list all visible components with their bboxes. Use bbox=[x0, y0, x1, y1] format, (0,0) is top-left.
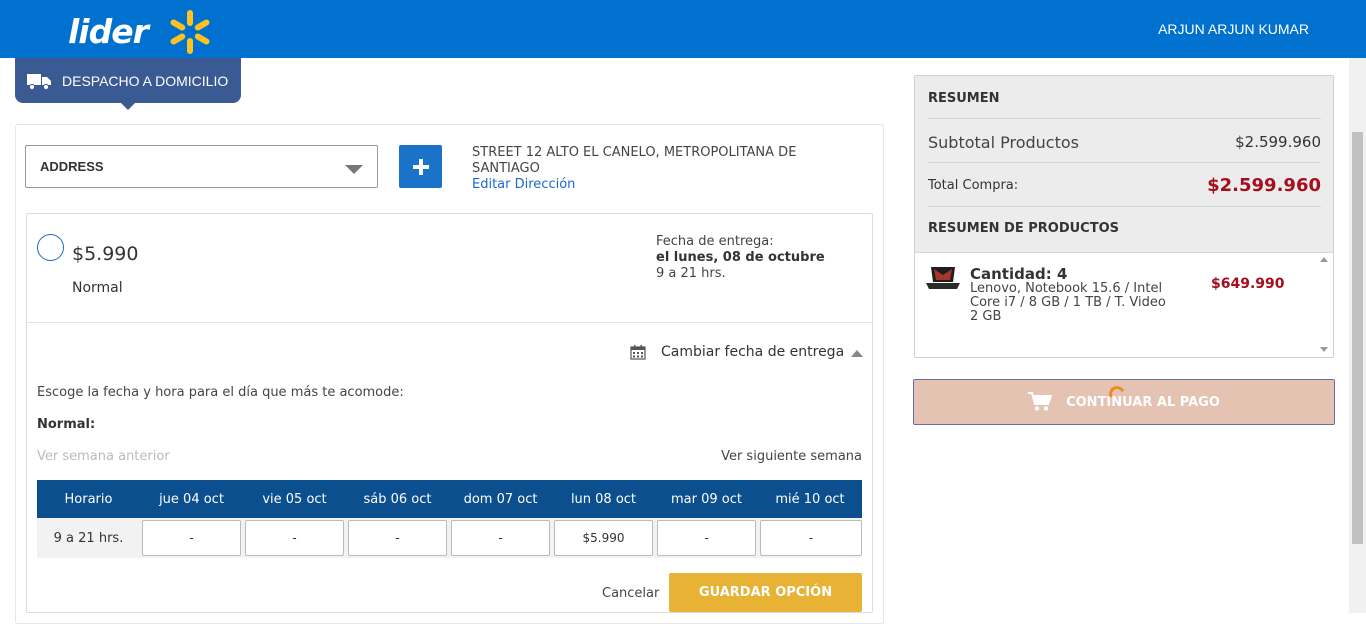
delivery-hours: 9 a 21 hrs. bbox=[656, 266, 726, 281]
schedule-slot[interactable]: - bbox=[142, 520, 241, 556]
laptop-thumbnail[interactable] bbox=[925, 265, 961, 291]
logo-text: lider bbox=[68, 11, 149, 51]
lider-logo[interactable]: lider bbox=[68, 8, 210, 54]
total-value: $2.599.960 bbox=[1207, 175, 1321, 196]
schedule-slot[interactable]: - bbox=[245, 520, 344, 556]
schedule-slot[interactable]: - bbox=[348, 520, 447, 556]
product-description: Lenovo, Notebook 15.6 / Intel Core i7 / … bbox=[970, 281, 1166, 324]
change-date-label: Cambiar fecha de entrega bbox=[661, 344, 845, 360]
top-header: lider ARJUN ARJUN KUMAR bbox=[0, 0, 1366, 58]
calendar-icon bbox=[630, 345, 646, 360]
header-day: jue 04 oct bbox=[159, 491, 224, 507]
scroll-up-icon[interactable] bbox=[1320, 257, 1328, 262]
header-day: mar 09 oct bbox=[671, 491, 742, 507]
divider bbox=[928, 118, 1321, 119]
spark-icon bbox=[170, 10, 210, 54]
save-option-button[interactable]: GUARDAR OPCIÓN bbox=[669, 573, 862, 612]
products-scrollbar[interactable] bbox=[1316, 253, 1332, 356]
products-summary-title: RESUMEN DE PRODUCTOS bbox=[928, 221, 1119, 236]
header-day: mié 10 oct bbox=[775, 491, 845, 507]
shipping-type-label: Normal: bbox=[37, 417, 96, 432]
divider bbox=[928, 206, 1321, 207]
header-day: sáb 06 oct bbox=[363, 491, 432, 507]
schedule-row-label: 9 a 21 hrs. bbox=[53, 530, 124, 546]
cancel-button[interactable]: Cancelar bbox=[602, 586, 659, 601]
chevron-up-icon[interactable] bbox=[851, 350, 863, 357]
total-label: Total Compra: bbox=[928, 178, 1019, 193]
summary-title: RESUMEN bbox=[928, 91, 1000, 106]
header-day: dom 07 oct bbox=[463, 491, 538, 507]
prev-week-link: Ver semana anterior bbox=[37, 449, 170, 464]
header-horario: Horario bbox=[64, 491, 113, 507]
divider bbox=[27, 322, 872, 323]
next-week-link[interactable]: Ver siguiente semana bbox=[721, 449, 862, 464]
scroll-down-icon[interactable] bbox=[1320, 347, 1328, 352]
address-text: STREET 12 ALTO EL CANELO, METROPOLITANA … bbox=[472, 145, 797, 176]
tab-pointer bbox=[120, 102, 136, 110]
delivery-tab-label: DESPACHO A DOMICILIO bbox=[62, 72, 229, 89]
schedule-row: 9 a 21 hrs. - - - - $5.990 - - bbox=[37, 518, 862, 558]
divider bbox=[928, 162, 1321, 163]
delivery-tab[interactable]: DESPACHO A DOMICILIO bbox=[15, 58, 241, 103]
shipping-option-name: Normal bbox=[72, 280, 123, 296]
header-day: lun 08 oct bbox=[570, 491, 637, 507]
change-date-toggle[interactable]: Cambiar fecha de entrega bbox=[630, 344, 844, 360]
truck-icon bbox=[27, 73, 51, 90]
schedule-slot[interactable]: - bbox=[451, 520, 550, 556]
subtotal-value: $2.599.960 bbox=[1235, 133, 1321, 151]
plus-icon bbox=[412, 158, 429, 175]
scrollbar-thumb[interactable] bbox=[1352, 132, 1363, 544]
shipping-option-radio[interactable] bbox=[37, 234, 64, 261]
shipping-price: $5.990 bbox=[72, 243, 139, 265]
continue-label: CONTINUAR AL PAGO bbox=[1066, 394, 1220, 410]
header-day: vie 05 oct bbox=[262, 491, 327, 507]
address-select[interactable]: ADDRESS bbox=[25, 145, 378, 188]
add-address-button[interactable] bbox=[399, 145, 442, 188]
user-name[interactable]: ARJUN ARJUN KUMAR bbox=[1158, 21, 1309, 37]
edit-address-link[interactable]: Editar Dirección bbox=[472, 177, 575, 192]
chevron-down-icon bbox=[345, 165, 363, 174]
schedule-table: Horario jue 04 oct vie 05 oct sáb 06 oct… bbox=[37, 480, 862, 558]
delivery-date-value: el lunes, 08 de octubre bbox=[656, 250, 825, 265]
schedule-slot[interactable]: - bbox=[760, 520, 862, 556]
schedule-header: Horario jue 04 oct vie 05 oct sáb 06 oct… bbox=[37, 480, 862, 518]
cart-icon bbox=[1028, 392, 1053, 411]
choose-date-text: Escoge la fecha y hora para el día que m… bbox=[37, 385, 404, 400]
continue-to-payment-button[interactable]: CONTINUAR AL PAGO bbox=[913, 379, 1335, 425]
page-scrollbar[interactable] bbox=[1349, 58, 1366, 613]
product-price: $649.990 bbox=[1211, 276, 1285, 292]
subtotal-label: Subtotal Productos bbox=[928, 133, 1079, 152]
schedule-slot-selected[interactable]: $5.990 bbox=[554, 520, 653, 556]
delivery-date-label: Fecha de entrega: bbox=[656, 234, 774, 249]
schedule-slot[interactable]: - bbox=[657, 520, 756, 556]
delivery-date-info: Fecha de entrega: el lunes, 08 de octubr… bbox=[656, 234, 825, 282]
address-select-value: ADDRESS bbox=[40, 159, 104, 174]
